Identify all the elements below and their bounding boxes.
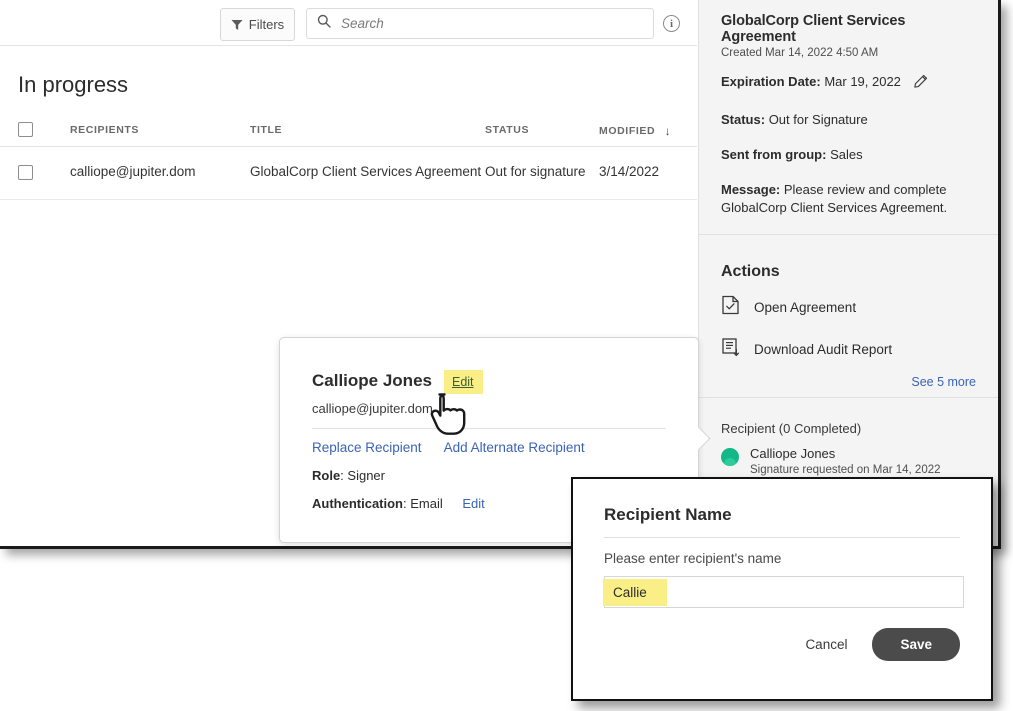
cancel-button[interactable]: Cancel bbox=[801, 631, 851, 658]
agreement-details-pane: GlobalCorp Client Services Agreement Cre… bbox=[698, 0, 998, 546]
detail-created-date: Created Mar 14, 2022 4:50 AM bbox=[721, 47, 982, 59]
cell-status: Out for signature bbox=[485, 164, 586, 179]
detail-status-value: Out for Signature bbox=[769, 112, 868, 127]
replace-recipient-link[interactable]: Replace Recipient bbox=[312, 440, 422, 455]
detail-group-label: Sent from group: bbox=[721, 147, 826, 162]
detail-status-label: Status: bbox=[721, 112, 765, 127]
detail-message-label: Message: bbox=[721, 182, 780, 197]
search-box[interactable] bbox=[306, 8, 654, 39]
sort-descending-icon: ↓ bbox=[665, 124, 672, 138]
modal-button-row: Cancel Save bbox=[604, 628, 960, 661]
report-download-icon bbox=[721, 337, 740, 362]
funnel-icon bbox=[231, 19, 243, 31]
column-header-title[interactable]: TITLE bbox=[250, 124, 282, 136]
column-header-modified-label: MODIFIED bbox=[599, 125, 655, 137]
avatar bbox=[721, 448, 739, 466]
column-header-recipients[interactable]: RECIPIENTS bbox=[70, 124, 139, 136]
detail-expiration-label: Expiration Date: bbox=[721, 74, 821, 89]
see-more-link[interactable]: See 5 more bbox=[721, 375, 982, 389]
detail-status: Status: Out for Signature bbox=[721, 111, 982, 130]
recipient-name: Calliope Jones bbox=[750, 446, 941, 462]
popover-recipient-name: Calliope Jones bbox=[312, 371, 432, 391]
pencil-icon[interactable] bbox=[913, 74, 928, 95]
select-all-checkbox[interactable] bbox=[18, 122, 33, 137]
row-checkbox[interactable] bbox=[18, 165, 33, 180]
table-header-row: RECIPIENTS TITLE STATUS MODIFIED ↓ bbox=[0, 115, 697, 147]
info-icon[interactable]: i bbox=[663, 15, 680, 32]
popover-recipient-email: calliope@jupiter.dom bbox=[312, 401, 666, 429]
popover-role-label: Role bbox=[312, 468, 340, 483]
cell-recipients: calliope@jupiter.dom bbox=[70, 164, 196, 179]
search-icon bbox=[317, 14, 331, 33]
filters-button-label: Filters bbox=[249, 17, 284, 32]
detail-message: Message: Please review and complete Glob… bbox=[721, 181, 982, 219]
popover-edit-name-link[interactable]: Edit bbox=[444, 370, 483, 394]
recipient-status: Signature requested on Mar 14, 2022 bbox=[750, 464, 941, 476]
modal-prompt: Please enter recipient's name bbox=[604, 551, 960, 566]
page-title: In progress bbox=[18, 72, 128, 98]
action-open-agreement[interactable]: Open Agreement bbox=[721, 295, 982, 320]
screenshot-root: Filters i In progress bbox=[0, 0, 1013, 711]
recipient-entry[interactable]: Calliope Jones Signature requested on Ma… bbox=[721, 446, 982, 476]
detail-expiration-value: Mar 19, 2022 bbox=[824, 74, 901, 89]
popover-auth-value: Email bbox=[410, 496, 443, 511]
popover-edit-auth-link[interactable]: Edit bbox=[462, 496, 484, 511]
recipient-name-modal: Recipient Name Please enter recipient's … bbox=[571, 477, 993, 701]
recipient-name-input[interactable]: Callie bbox=[604, 576, 964, 608]
detail-group-value: Sales bbox=[830, 147, 863, 162]
column-header-modified[interactable]: MODIFIED ↓ bbox=[599, 124, 671, 138]
actions-heading: Actions bbox=[721, 263, 982, 281]
cell-title: GlobalCorp Client Services Agreement bbox=[250, 164, 481, 179]
search-input[interactable] bbox=[339, 15, 633, 32]
action-download-audit-report-label: Download Audit Report bbox=[754, 342, 892, 357]
save-button[interactable]: Save bbox=[872, 628, 960, 661]
popover-role-value: Signer bbox=[347, 468, 385, 483]
list-toolbar: Filters i bbox=[0, 0, 697, 46]
popover-edit-name-label: Edit bbox=[452, 375, 474, 389]
column-header-status[interactable]: STATUS bbox=[485, 124, 529, 136]
recipient-section-heading: Recipient (0 Completed) bbox=[721, 421, 982, 436]
modal-title: Recipient Name bbox=[604, 505, 960, 538]
action-open-agreement-label: Open Agreement bbox=[754, 300, 856, 315]
add-alternate-recipient-link[interactable]: Add Alternate Recipient bbox=[444, 440, 585, 455]
cell-modified: 3/14/2022 bbox=[599, 164, 659, 179]
popover-auth-label: Authentication bbox=[312, 496, 403, 511]
action-download-audit-report[interactable]: Download Audit Report bbox=[721, 337, 982, 362]
table-row[interactable]: calliope@jupiter.dom GlobalCorp Client S… bbox=[0, 147, 697, 200]
document-check-icon bbox=[721, 295, 740, 320]
detail-group: Sent from group: Sales bbox=[721, 146, 982, 165]
recipient-name-input-value: Callie bbox=[603, 579, 667, 606]
detail-agreement-title: GlobalCorp Client Services Agreement bbox=[721, 13, 982, 45]
detail-expiration: Expiration Date: Mar 19, 2022 bbox=[721, 73, 982, 95]
filters-button[interactable]: Filters bbox=[220, 8, 295, 41]
